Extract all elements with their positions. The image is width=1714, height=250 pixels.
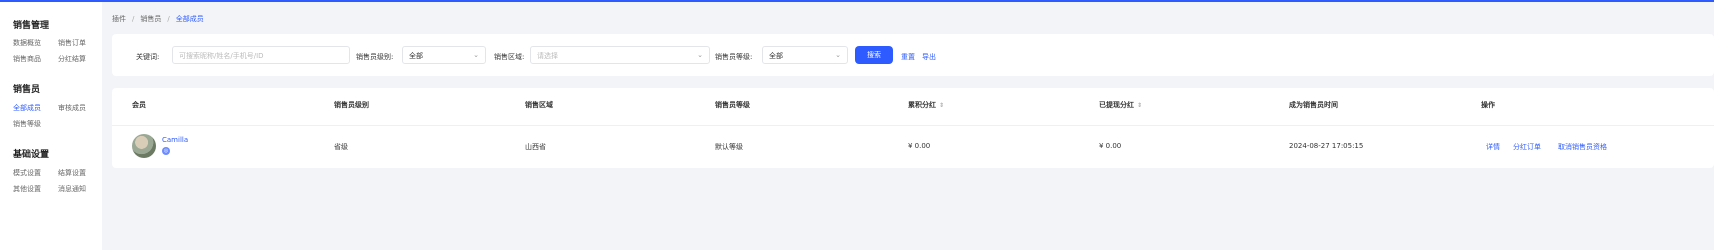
main-content: 插件 / 销售员 / 全部成员 关键词: 可搜索昵称/姓名/手机号/ID 销售员级别: … [102,2,1714,250]
sidebar-item-settlement-settings[interactable]: 结算设置 [58,168,86,178]
sidebar-item-other-settings[interactable]: 其他设置 [13,184,41,194]
chevron-down-icon: ⌄ [697,51,703,59]
sidebar-item-sales-grade[interactable]: 销售等级 [13,119,41,129]
column-header-region: 销售区域 [525,101,553,109]
reset-link[interactable]: 重置 [901,52,915,62]
region-label: 销售区域: [494,53,525,61]
cell-region: 山西省 [525,143,546,151]
column-header-member: 会员 [132,101,146,109]
cell-total-dividend: ¥ 0.00 [908,142,931,150]
column-header-grade: 销售员等级 [715,101,750,109]
level-select[interactable]: 全部 ⌄ [402,46,486,64]
breadcrumb-plugins[interactable]: 插件 [112,15,126,23]
cell-grade: 默认等级 [715,143,743,151]
sidebar-item-sales-orders[interactable]: 销售订单 [58,38,86,48]
sidebar-group-title-salesperson: 销售员 [13,85,41,95]
column-header-total-dividend[interactable]: 累积分红 ⇕ [908,100,944,110]
sidebar-item-all-members[interactable]: 全部成员 [13,103,41,113]
sidebar-item-data-overview[interactable]: 数据概览 [13,38,41,48]
cell-level: 省级 [334,143,348,151]
column-header-level: 销售员级别 [334,101,369,109]
search-button[interactable]: 搜索 [855,46,893,64]
breadcrumb-salesperson[interactable]: 销售员 [140,15,161,23]
sidebar-item-mode-settings[interactable]: 模式设置 [13,168,41,178]
avatar [132,134,156,158]
breadcrumb: 插件 / 销售员 / 全部成员 [112,14,204,24]
sidebar-item-review-members[interactable]: 审核成员 [58,103,86,113]
header-divider [112,125,1714,126]
filter-panel: 关键词: 可搜索昵称/姓名/手机号/ID 销售员级别: 全部 ⌄ 销售区域: 请选… [112,34,1714,76]
sidebar: 销售管理 数据概览 销售订单 销售商品 分红结算 销售员 全部成员 审核成员 销… [0,2,102,250]
sidebar-item-dividend-settlement[interactable]: 分红结算 [58,54,86,64]
keyword-input[interactable]: 可搜索昵称/姓名/手机号/ID [172,46,350,64]
member-name[interactable]: Camilla [162,136,188,144]
sidebar-group-title-sales-management: 销售管理 [13,21,50,31]
level-label: 销售员级别: [356,53,394,61]
chevron-down-icon: ⌄ [835,51,841,59]
column-header-withdrawn-dividend[interactable]: 已提现分红 ⇕ [1099,100,1142,110]
column-header-joined-at: 成为销售员时间 [1289,101,1338,109]
grade-select[interactable]: 全部 ⌄ [762,46,848,64]
breadcrumb-separator: / [167,15,170,23]
chevron-down-icon: ⌄ [473,51,479,59]
sidebar-group-title-basic-settings: 基础设置 [13,150,50,160]
action-dividend-orders-link[interactable]: 分红订单 [1513,142,1541,152]
column-header-actions: 操作 [1481,101,1495,109]
grade-label: 销售员等级: [715,53,753,61]
members-table: 会员 销售员级别 销售区域 销售员等级 累积分红 ⇕ 已提现分红 ⇕ 成为销售员时间… [112,88,1714,168]
sort-icon[interactable]: ⇕ [1137,102,1142,109]
cell-withdrawn-dividend: ¥ 0.00 [1099,142,1122,150]
sidebar-item-sales-products[interactable]: 销售商品 [13,54,41,64]
sidebar-item-message-notify[interactable]: 消息通知 [58,184,86,194]
member-badge-icon: ◎ [162,147,170,155]
sort-icon[interactable]: ⇕ [939,102,944,109]
action-details-link[interactable]: 详情 [1486,142,1500,152]
breadcrumb-current: 全部成员 [175,15,204,23]
action-cancel-qualification-link[interactable]: 取消销售员资格 [1558,142,1607,152]
breadcrumb-separator: / [132,15,135,23]
keyword-label: 关键词: [136,53,160,61]
export-link[interactable]: 导出 [922,52,936,62]
cell-joined-at: 2024-08-27 17:05:15 [1289,142,1364,150]
region-select[interactable]: 请选择 ⌄ [530,46,710,64]
